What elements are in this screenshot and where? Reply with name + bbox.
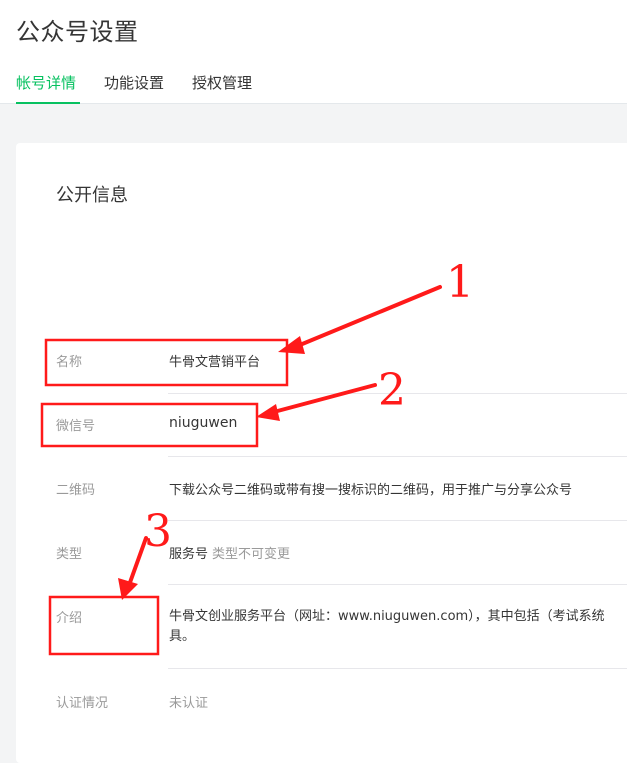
divider (168, 393, 627, 394)
verification-label: 认证情况 (56, 696, 109, 711)
type-value: 服务号 类型不可变更 (169, 543, 290, 562)
type-note: 类型不可变更 (212, 547, 291, 562)
divider (168, 584, 627, 585)
name-value: 牛骨文营销平台 (169, 355, 261, 370)
intro-label: 介绍 (56, 611, 83, 626)
divider (168, 456, 627, 457)
tab-bar: 帐号详情 功能设置 授权管理 (0, 70, 627, 104)
intro-line-2: 具。 (169, 629, 196, 644)
section-title: 公开信息 (56, 185, 128, 206)
type-label: 类型 (56, 547, 83, 562)
divider (168, 668, 627, 669)
tab-authorization-management[interactable]: 授权管理 (192, 70, 256, 103)
divider (168, 520, 627, 521)
name-label: 名称 (56, 355, 83, 370)
qrcode-download-link[interactable]: 下载公众号二维码或带有搜一搜标识的二维码，用于推广与分享公众号 (169, 479, 572, 498)
intro-value: 牛骨文创业服务平台（网址：www.niuguwen.com），其中包括（考试系统… (169, 607, 605, 647)
wechat-id-value: niuguwen (169, 415, 238, 431)
tab-feature-settings[interactable]: 功能设置 (104, 70, 168, 103)
verification-value: 未认证 (169, 696, 209, 711)
tab-account-details[interactable]: 帐号详情 (16, 70, 80, 104)
public-info-card: 公开信息 名称 牛骨文营销平台 微信号 niuguwen 二维码 下载公众号二维… (16, 143, 627, 763)
qrcode-label: 二维码 (56, 483, 96, 498)
type-value-text: 服务号 (169, 547, 209, 562)
page-title: 公众号设置 (16, 18, 139, 46)
wechat-id-label: 微信号 (56, 419, 96, 434)
page-header: 公众号设置 帐号详情 功能设置 授权管理 (0, 0, 627, 104)
intro-line-1: 牛骨文创业服务平台（网址：www.niuguwen.com），其中包括（考试系统 (169, 609, 605, 624)
